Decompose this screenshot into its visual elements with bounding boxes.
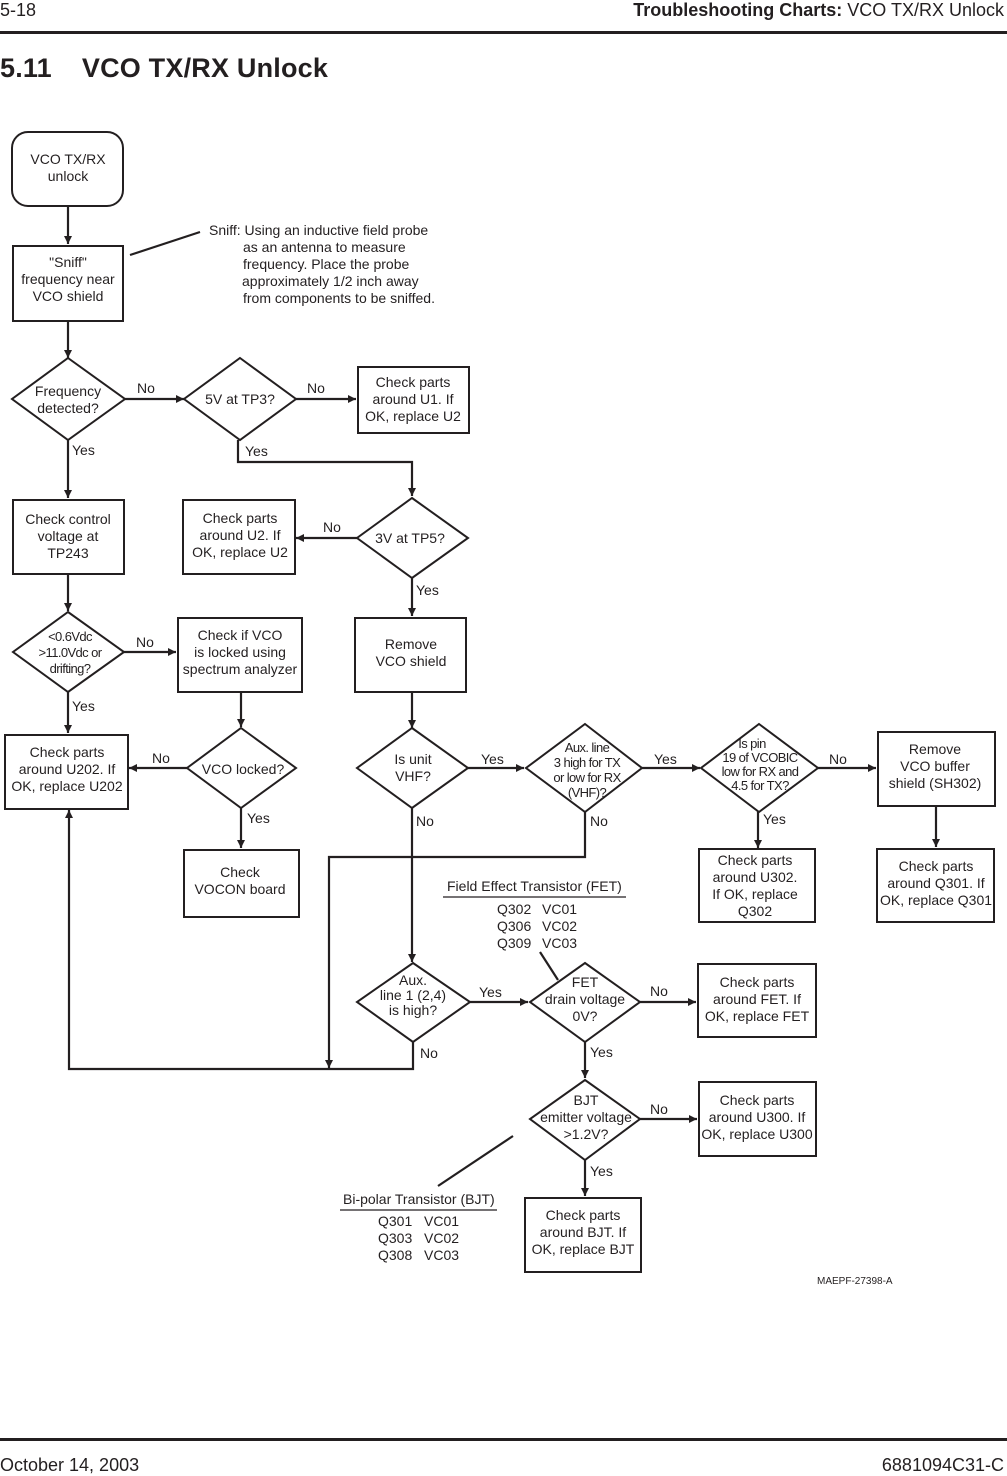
node-freq-detected: [10, 356, 127, 442]
node-freq-detected-text: Frequency detected?: [35, 383, 101, 416]
fet-table: Field Effect Transistor (FET) Q302 VC01 …: [443, 878, 626, 951]
figure-code: MAEPF-27398-A: [817, 1276, 893, 1287]
flowchart: VCO TX/RX unlock "Sniff" frequency near VCO…: [4, 131, 996, 1287]
bjt-table-part: Q301: [378, 1213, 412, 1229]
bjt-table-vco: VC03: [424, 1247, 459, 1263]
footer-rule: [0, 1438, 1007, 1441]
nodes: [4, 131, 996, 1273]
fet-table-vco: VC01: [542, 901, 577, 917]
label-fet-yes: Yes: [590, 1044, 613, 1060]
label-freq-no: No: [137, 380, 155, 396]
sniff-note-line: as an antenna to measure: [243, 239, 406, 255]
label-tp3-yes: Yes: [245, 443, 268, 459]
connectors: [64, 206, 940, 1196]
bjt-table-vco: VC02: [424, 1230, 459, 1246]
sniff-note-line: approximately 1/2 inch away: [242, 273, 419, 289]
node-u2-text: Check parts around U2. If OK, replace U2: [192, 510, 288, 560]
label-bjt-no: No: [650, 1101, 668, 1117]
fet-table-part: Q306: [497, 918, 531, 934]
label-vhf-yes: Yes: [481, 751, 504, 767]
label-freq-yes: Yes: [72, 442, 95, 458]
bjt-table-part: Q303: [378, 1230, 412, 1246]
bjt-table-part: Q308: [378, 1247, 412, 1263]
node-spectrum-text: Check if VCO is locked using spectrum anal…: [183, 627, 298, 677]
sniff-note-leader: [129, 230, 201, 257]
label-aux1-no: No: [420, 1045, 438, 1061]
fet-table-vco: VC03: [542, 935, 577, 951]
bjt-table-title: Bi-polar Transistor (BJT): [343, 1191, 495, 1207]
fet-table-vco: VC02: [542, 918, 577, 934]
edge-aux1-no-u202: [65, 810, 415, 1071]
node-tp5-text: 3V at TP5?: [375, 530, 445, 546]
node-fet-parts-text: Check parts around FET. If OK, replace FET: [705, 974, 810, 1024]
label-tp5-yes: Yes: [416, 582, 439, 598]
bjt-table-leader: [437, 1135, 514, 1187]
label-aux3-no: No: [590, 813, 608, 829]
label-fet-no: No: [650, 983, 668, 999]
bjt-table: Bi-polar Transistor (BJT) Q301 VC01 Q303…: [340, 1191, 497, 1263]
label-pin19-yes: Yes: [763, 811, 786, 827]
label-bjt-yes: Yes: [590, 1163, 613, 1179]
label-vhf-no: No: [416, 813, 434, 829]
fet-table-part: Q302: [497, 901, 531, 917]
label-tp5-no: No: [323, 519, 341, 535]
label-drifting-no: No: [136, 634, 154, 650]
node-texts: VCO TX/RX unlock "Sniff" frequency near VCO…: [11, 151, 992, 1257]
fet-table-part: Q309: [497, 935, 531, 951]
node-is-vhf-text: Is unit VHF?: [394, 751, 431, 784]
fet-table-title: Field Effect Transistor (FET): [447, 878, 622, 894]
label-drifting-yes: Yes: [72, 698, 95, 714]
fet-table-leader: [539, 951, 559, 981]
bjt-table-vco: VC01: [424, 1213, 459, 1229]
sniff-note: Sniff: Using an inductive field probe as…: [209, 222, 435, 306]
label-tp3-no: No: [307, 380, 325, 396]
label-aux1-yes: Yes: [479, 984, 502, 1000]
label-aux3-yes: Yes: [654, 751, 677, 767]
node-tp3-text: 5V at TP3?: [205, 391, 275, 407]
node-vco-locked-text: VCO locked?: [202, 761, 285, 777]
node-bjt-parts-text: Check parts around BJT. If OK, replace BJT: [532, 1207, 635, 1257]
label-locked-yes: Yes: [247, 810, 270, 826]
sniff-note-line: Sniff: Using an inductive field probe: [209, 222, 428, 238]
label-pin19-no: No: [829, 751, 847, 767]
node-remove-shield-text: Remove VCO shield: [376, 636, 447, 669]
sniff-note-line: from components to be sniffed.: [243, 290, 435, 306]
sniff-note-line: frequency. Place the probe: [243, 256, 410, 272]
node-u1-text: Check parts around U1. If OK, replace U2: [365, 374, 461, 424]
label-locked-no: No: [152, 750, 170, 766]
